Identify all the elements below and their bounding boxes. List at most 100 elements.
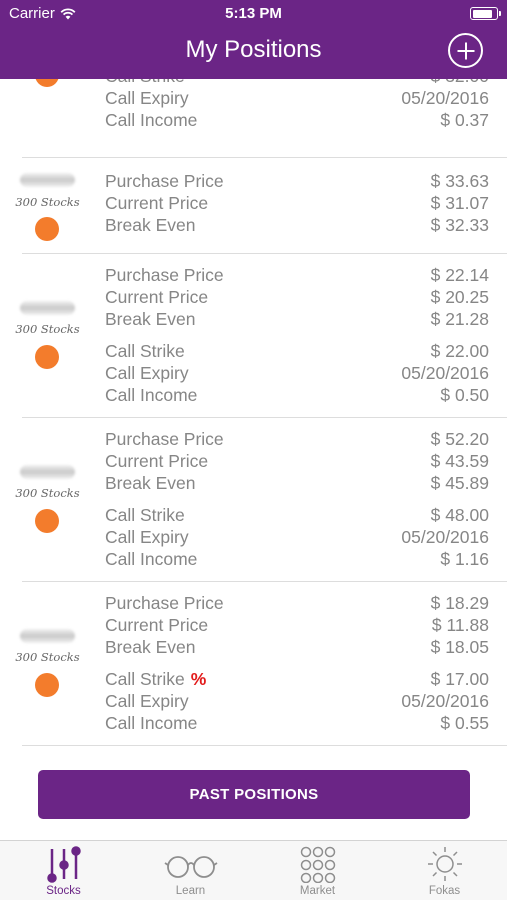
position-row: Current Price $ 20.25 bbox=[105, 286, 489, 308]
sun-icon bbox=[427, 847, 462, 881]
status-dot bbox=[35, 509, 59, 533]
row-value: $ 43.59 bbox=[430, 451, 489, 471]
row-label: Purchase Price bbox=[105, 264, 224, 286]
position-card[interactable]: 300 Stocks Purchase Price $ 52.20 Current P… bbox=[0, 418, 507, 582]
stock-quantity: 300 Stocks bbox=[15, 195, 80, 209]
position-row: Purchase Price $ 33.63 bbox=[105, 170, 489, 192]
position-row: Call Strike $ 48.00 bbox=[105, 504, 489, 526]
position-row: Call Income $ 1.16 bbox=[105, 548, 489, 570]
row-label: Call Income bbox=[105, 384, 197, 406]
row-label: Call Income bbox=[105, 109, 197, 131]
row-value: 05/20/2016 bbox=[401, 363, 489, 383]
row-label: Call Income bbox=[105, 548, 197, 570]
position-row: Break Even $ 32.33 bbox=[105, 214, 489, 236]
row-separator bbox=[22, 745, 507, 746]
position-row: Call Income $ 0.50 bbox=[105, 384, 489, 406]
battery-icon bbox=[470, 7, 501, 20]
row-label-text: Call Strike bbox=[105, 505, 185, 525]
row-label: Break Even bbox=[105, 308, 195, 330]
row-label: Call Strike% bbox=[105, 668, 206, 690]
position-card[interactable]: 300 Stocks Purchase Price $ 22.14 Current P… bbox=[0, 254, 507, 418]
sliders-icon bbox=[46, 846, 81, 883]
position-row: Call Income $ 0.37 bbox=[105, 109, 489, 131]
row-label-text: Purchase Price bbox=[105, 593, 224, 613]
row-label: Call Expiry bbox=[105, 526, 189, 548]
row-value: 05/20/2016 bbox=[401, 691, 489, 711]
row-label: Call Strike bbox=[105, 340, 185, 362]
row-label: Purchase Price bbox=[105, 170, 224, 192]
ticker-symbol-blurred bbox=[20, 173, 75, 187]
row-label-text: Call Income bbox=[105, 549, 198, 569]
ticker-symbol-blurred bbox=[20, 301, 75, 315]
row-value: $ 33.63 bbox=[430, 171, 489, 191]
clock: 5:13 PM bbox=[225, 5, 282, 22]
tab-market[interactable]: Market bbox=[254, 841, 381, 900]
position-card[interactable]: 300 Stocks Purchase Price $ 18.29 Current P… bbox=[0, 582, 507, 746]
status-dot bbox=[35, 79, 59, 87]
row-value: 05/20/2016 bbox=[401, 88, 489, 108]
row-value: $ 21.28 bbox=[430, 309, 489, 329]
row-label-text: Current Price bbox=[105, 193, 209, 213]
position-row: Purchase Price $ 22.14 bbox=[105, 264, 489, 286]
row-value: $ 0.50 bbox=[440, 385, 489, 405]
row-value: $ 20.25 bbox=[430, 287, 489, 307]
position-row: Call Expiry 05/20/2016 bbox=[105, 690, 489, 712]
row-label: Break Even bbox=[105, 636, 195, 658]
positions-list[interactable]: Call Strike$ 32.00Call Expiry05/20/2016C… bbox=[0, 79, 507, 746]
row-value: $ 18.05 bbox=[430, 637, 489, 657]
row-value: $ 52.20 bbox=[430, 429, 489, 449]
row-label: Current Price bbox=[105, 450, 208, 472]
tab-bar: Stocks Learn Market Fokas bbox=[0, 840, 507, 900]
tab-label: Learn bbox=[175, 885, 206, 897]
row-label-text: Break Even bbox=[105, 473, 196, 493]
row-label-text: Call Income bbox=[105, 110, 198, 130]
position-row: Break Even $ 45.89 bbox=[105, 472, 489, 494]
row-label-text: Call Expiry bbox=[105, 527, 189, 547]
row-value: $ 18.29 bbox=[430, 593, 489, 613]
add-position-button[interactable] bbox=[448, 33, 483, 68]
row-value: $ 0.37 bbox=[440, 110, 489, 130]
nav-header: Carrier 5:13 PM My Positions bbox=[0, 0, 507, 79]
row-label-text: Call Strike bbox=[105, 341, 185, 361]
row-label: Current Price bbox=[105, 614, 208, 636]
tab-fokas[interactable]: Fokas bbox=[381, 841, 507, 900]
row-label: Current Price bbox=[105, 286, 208, 308]
row-value: $ 1.16 bbox=[440, 549, 489, 569]
row-label: Purchase Price bbox=[105, 592, 224, 614]
position-row: Call Strike% $ 17.00 bbox=[105, 668, 489, 690]
tab-label: Stocks bbox=[46, 885, 81, 897]
row-label-text: Purchase Price bbox=[105, 429, 224, 449]
position-card[interactable]: 300 Stocks Purchase Price $ 33.63 Current P… bbox=[0, 158, 507, 254]
row-value: 05/20/2016 bbox=[401, 527, 489, 547]
position-row: Call Strike $ 22.00 bbox=[105, 340, 489, 362]
glasses-icon bbox=[164, 856, 217, 878]
position-row: Call Expiry 05/20/2016 bbox=[105, 526, 489, 548]
row-value: $ 31.07 bbox=[430, 193, 489, 213]
row-label-text: Call Expiry bbox=[105, 88, 189, 108]
page-title: My Positions bbox=[185, 36, 322, 63]
position-card[interactable]: Call Strike$ 32.00Call Expiry05/20/2016C… bbox=[0, 79, 507, 158]
ticker-symbol-blurred bbox=[20, 629, 75, 643]
position-row: Purchase Price $ 52.20 bbox=[105, 428, 489, 450]
row-label-text: Current Price bbox=[105, 287, 209, 307]
row-value: $ 45.89 bbox=[430, 473, 489, 493]
position-row: Current Price $ 11.88 bbox=[105, 614, 489, 636]
row-label-text: Current Price bbox=[105, 451, 209, 471]
position-row: Call Income $ 0.55 bbox=[105, 712, 489, 734]
stock-quantity: 300 Stocks bbox=[15, 322, 80, 336]
row-label-text: Call Expiry bbox=[105, 363, 189, 383]
status-dot bbox=[35, 217, 59, 241]
row-label-text: Call Income bbox=[105, 385, 198, 405]
row-label-text: Purchase Price bbox=[105, 265, 224, 285]
row-label: Call Income bbox=[105, 712, 197, 734]
position-row: Call Expiry 05/20/2016 bbox=[105, 87, 489, 109]
row-label-text: Break Even bbox=[105, 215, 196, 235]
row-label-text: Call Strike bbox=[105, 79, 185, 86]
row-label: Break Even bbox=[105, 472, 195, 494]
row-value: $ 11.88 bbox=[431, 615, 489, 635]
stock-quantity: 300 Stocks bbox=[15, 486, 80, 500]
row-label-text: Call Expiry bbox=[105, 691, 189, 711]
past-positions-button[interactable]: PAST POSITIONS bbox=[38, 770, 470, 819]
tab-learn[interactable]: Learn bbox=[127, 841, 254, 900]
tab-stocks[interactable]: Stocks bbox=[0, 841, 127, 900]
